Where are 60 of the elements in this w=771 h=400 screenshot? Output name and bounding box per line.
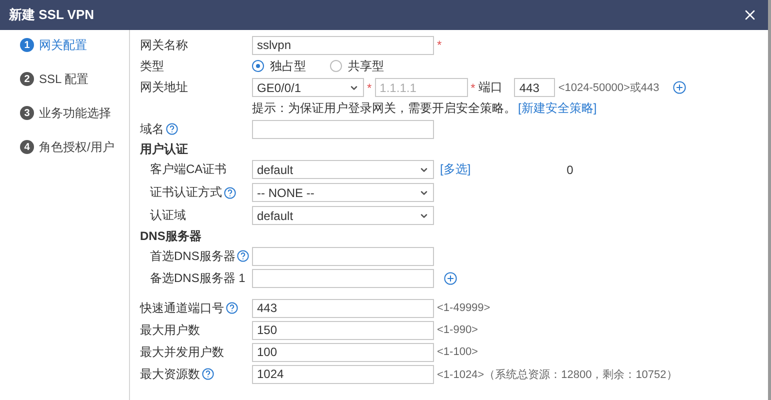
field-label: 备选DNS服务器 1 <box>150 270 246 286</box>
ip-field[interactable]: 1.1.1.1 <box>374 78 468 97</box>
radio-option[interactable]: 独占型 <box>252 58 306 74</box>
text-field[interactable]: 100 <box>252 342 434 362</box>
text-field[interactable] <box>252 246 434 266</box>
port-field[interactable]: 443 <box>514 78 556 97</box>
count-text: 0 <box>566 162 574 176</box>
text-field[interactable]: 443 <box>252 298 434 318</box>
help-icon[interactable] <box>224 186 236 198</box>
range-hint: <1-990> <box>437 324 478 336</box>
dropdown[interactable]: -- NONE -- <box>252 183 434 202</box>
step-item[interactable]: 3 业务功能选择 <box>20 104 129 122</box>
field-label: 首选DNS服务器 <box>150 248 236 264</box>
dropdown[interactable]: GE0/0/1 <box>252 78 364 97</box>
help-icon[interactable] <box>226 302 238 314</box>
required-mark: * <box>437 38 442 52</box>
step-number: 4 <box>20 140 34 154</box>
range-hint: <1-49999> <box>437 302 490 314</box>
field-label: 网关名称 <box>140 36 188 54</box>
range-hint: <1024-50000>或443 <box>558 81 660 95</box>
step-number: 1 <box>20 38 34 52</box>
step-number: 3 <box>20 106 34 120</box>
step-item[interactable]: 4 角色授权/用户 <box>20 138 129 156</box>
help-icon[interactable] <box>237 250 250 262</box>
field-label: 证书认证方式 <box>150 184 222 201</box>
add-icon[interactable] <box>444 272 457 284</box>
text-field[interactable] <box>252 120 434 138</box>
hint-text: 提示：为保证用户登录网关，需要开启安全策略。 <box>252 100 516 117</box>
field-label: 最大资源数 <box>140 366 200 382</box>
range-hint: <1-100> <box>437 346 478 358</box>
section-heading: DNS服务器 <box>140 228 202 244</box>
new-policy-link[interactable]: [新建安全策略] <box>518 100 597 117</box>
add-icon[interactable] <box>673 81 686 94</box>
step-number: 2 <box>20 72 34 86</box>
window-title: 新建 SSL VPN <box>9 6 94 24</box>
help-icon[interactable] <box>166 123 178 135</box>
range-hint: <1-1024>（系统总资源：12800，剩余：10752） <box>437 368 678 382</box>
field-label: 最大用户数 <box>140 322 200 338</box>
field-label: 域名 <box>140 120 164 138</box>
radio-option[interactable]: 共享型 <box>330 58 384 74</box>
required-mark: * <box>470 80 476 94</box>
field-label: 网关地址 <box>140 79 188 96</box>
required-mark: * <box>367 80 372 94</box>
text-field[interactable]: 1024 <box>252 364 434 384</box>
field-label: 客户端CA证书 <box>150 161 227 178</box>
field-label: 最大并发用户数 <box>140 344 224 360</box>
step-item[interactable]: 2 SSL 配置 <box>20 70 129 88</box>
field-label: 快速通道端口号 <box>140 300 224 316</box>
help-icon[interactable] <box>202 368 214 380</box>
section-heading: 用户认证 <box>140 140 188 158</box>
step-item[interactable]: 1 网关配置 <box>20 36 129 54</box>
port-label: 端口 <box>478 79 502 96</box>
field-label: 类型 <box>140 58 164 74</box>
multi-select-link[interactable]: [多选] <box>440 161 471 178</box>
dropdown[interactable]: default <box>252 206 434 225</box>
dropdown[interactable]: default <box>252 160 434 179</box>
text-field[interactable] <box>252 268 434 288</box>
field-label: 认证域 <box>150 207 186 224</box>
text-field[interactable]: 150 <box>252 320 434 340</box>
text-field[interactable]: sslvpn <box>252 36 434 54</box>
